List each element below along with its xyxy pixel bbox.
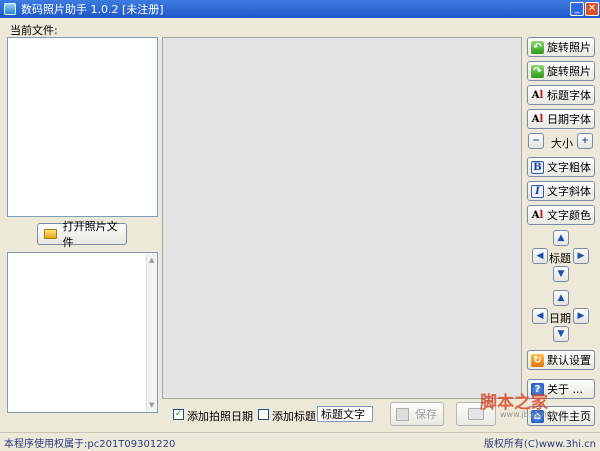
title-font-button[interactable]: Al 标题字体 [527, 85, 595, 105]
title-right-button[interactable]: ▶ [573, 248, 589, 264]
date-right-button[interactable]: ▶ [573, 308, 589, 324]
date-pad-label: 日期 [549, 312, 571, 325]
date-left-button[interactable]: ◀ [532, 308, 548, 324]
date-down-button[interactable]: ▼ [553, 326, 569, 342]
add-date-checkbox[interactable]: ✓ [173, 409, 184, 420]
rotate-right-label: 旋转照片 [547, 65, 591, 78]
arrow-down-icon: ▼ [557, 269, 565, 279]
text-color-icon: Al [531, 209, 544, 221]
size-minus-button[interactable]: − [528, 133, 544, 149]
rotate-right-icon: ↷ [531, 64, 544, 78]
reset-icon: ↻ [531, 353, 544, 367]
date-font-label: 日期字体 [547, 113, 591, 126]
save-label: 保存 [415, 408, 437, 421]
status-bar: 本程序使用权属于:pc201T09301220 版权所有(C)www.3hi.c… [0, 432, 600, 451]
open-photo-label: 打开照片文件 [62, 220, 118, 249]
text-color-button[interactable]: Al 文字颜色 [527, 205, 595, 225]
font-icon: Al [531, 113, 544, 125]
arrow-left-icon: ◀ [536, 311, 544, 321]
arrow-up-icon: ▲ [557, 233, 565, 243]
title-pad-label: 标题 [549, 252, 571, 265]
size-plus-button[interactable]: + [577, 133, 593, 149]
arrow-up-icon: ▲ [557, 293, 565, 303]
reset-label: 默认设置 [547, 354, 591, 367]
reset-defaults-button[interactable]: ↻ 默认设置 [527, 350, 595, 370]
watermark-url: www.jb51.net [500, 410, 555, 419]
bold-button[interactable]: B 文字粗体 [527, 157, 595, 177]
status-copyright-text: 版权所有(C)www.3hi.cn [483, 438, 596, 450]
scroll-down-arrow-icon[interactable]: ▼ [149, 401, 154, 409]
size-label: 大小 [551, 137, 573, 150]
save-button[interactable]: 保存 [390, 402, 444, 426]
italic-icon: I [531, 184, 544, 198]
arrow-down-icon: ▼ [557, 329, 565, 339]
window-title: 数码照片助手 1.0.2 [未注册] [21, 3, 164, 16]
add-title-label: 添加标题: [272, 410, 320, 423]
date-font-button[interactable]: Al 日期字体 [527, 109, 595, 129]
title-left-button[interactable]: ◀ [532, 248, 548, 264]
bold-icon: B [531, 160, 544, 174]
title-bar: 数码照片助手 1.0.2 [未注册] _ ✕ [0, 0, 600, 18]
italic-label: 文字斜体 [547, 185, 591, 198]
date-up-button[interactable]: ▲ [553, 290, 569, 306]
title-font-label: 标题字体 [547, 89, 591, 102]
info-scrollbar[interactable]: ▲ ▼ [146, 253, 157, 412]
rotate-right-button[interactable]: ↷ 旋转照片 [527, 61, 595, 81]
file-info-list[interactable]: ▲ ▼ [7, 252, 158, 413]
add-title-checkbox[interactable] [258, 409, 269, 420]
italic-button[interactable]: I 文字斜体 [527, 181, 595, 201]
close-button[interactable]: ✕ [585, 2, 599, 16]
text-color-label: 文字颜色 [547, 209, 591, 222]
font-icon: Al [531, 89, 544, 101]
status-license-text: 本程序使用权属于:pc201T09301220 [4, 438, 176, 450]
file-preview-panel [7, 37, 158, 217]
add-date-label: 添加拍照日期 [187, 410, 253, 423]
folder-icon [44, 229, 57, 239]
photo-canvas[interactable] [162, 37, 522, 399]
title-text-input[interactable]: 标题文字 [317, 406, 373, 422]
rotate-left-icon: ↶ [531, 40, 544, 54]
rotate-left-label: 旋转照片 [547, 41, 591, 54]
save-icon [396, 407, 409, 421]
current-file-label: 当前文件: [10, 24, 58, 37]
about-label: 关于 ... [547, 383, 583, 396]
minimize-button[interactable]: _ [570, 2, 584, 16]
title-up-button[interactable]: ▲ [553, 230, 569, 246]
arrow-left-icon: ◀ [536, 251, 544, 261]
open-photo-button[interactable]: 打开照片文件 [37, 220, 127, 249]
title-down-button[interactable]: ▼ [553, 266, 569, 282]
bold-label: 文字粗体 [547, 161, 591, 174]
scroll-up-arrow-icon[interactable]: ▲ [149, 256, 154, 264]
app-icon [4, 3, 16, 15]
arrow-right-icon: ▶ [577, 251, 585, 261]
rotate-left-button[interactable]: ↶ 旋转照片 [527, 37, 595, 57]
arrow-right-icon: ▶ [577, 311, 585, 321]
